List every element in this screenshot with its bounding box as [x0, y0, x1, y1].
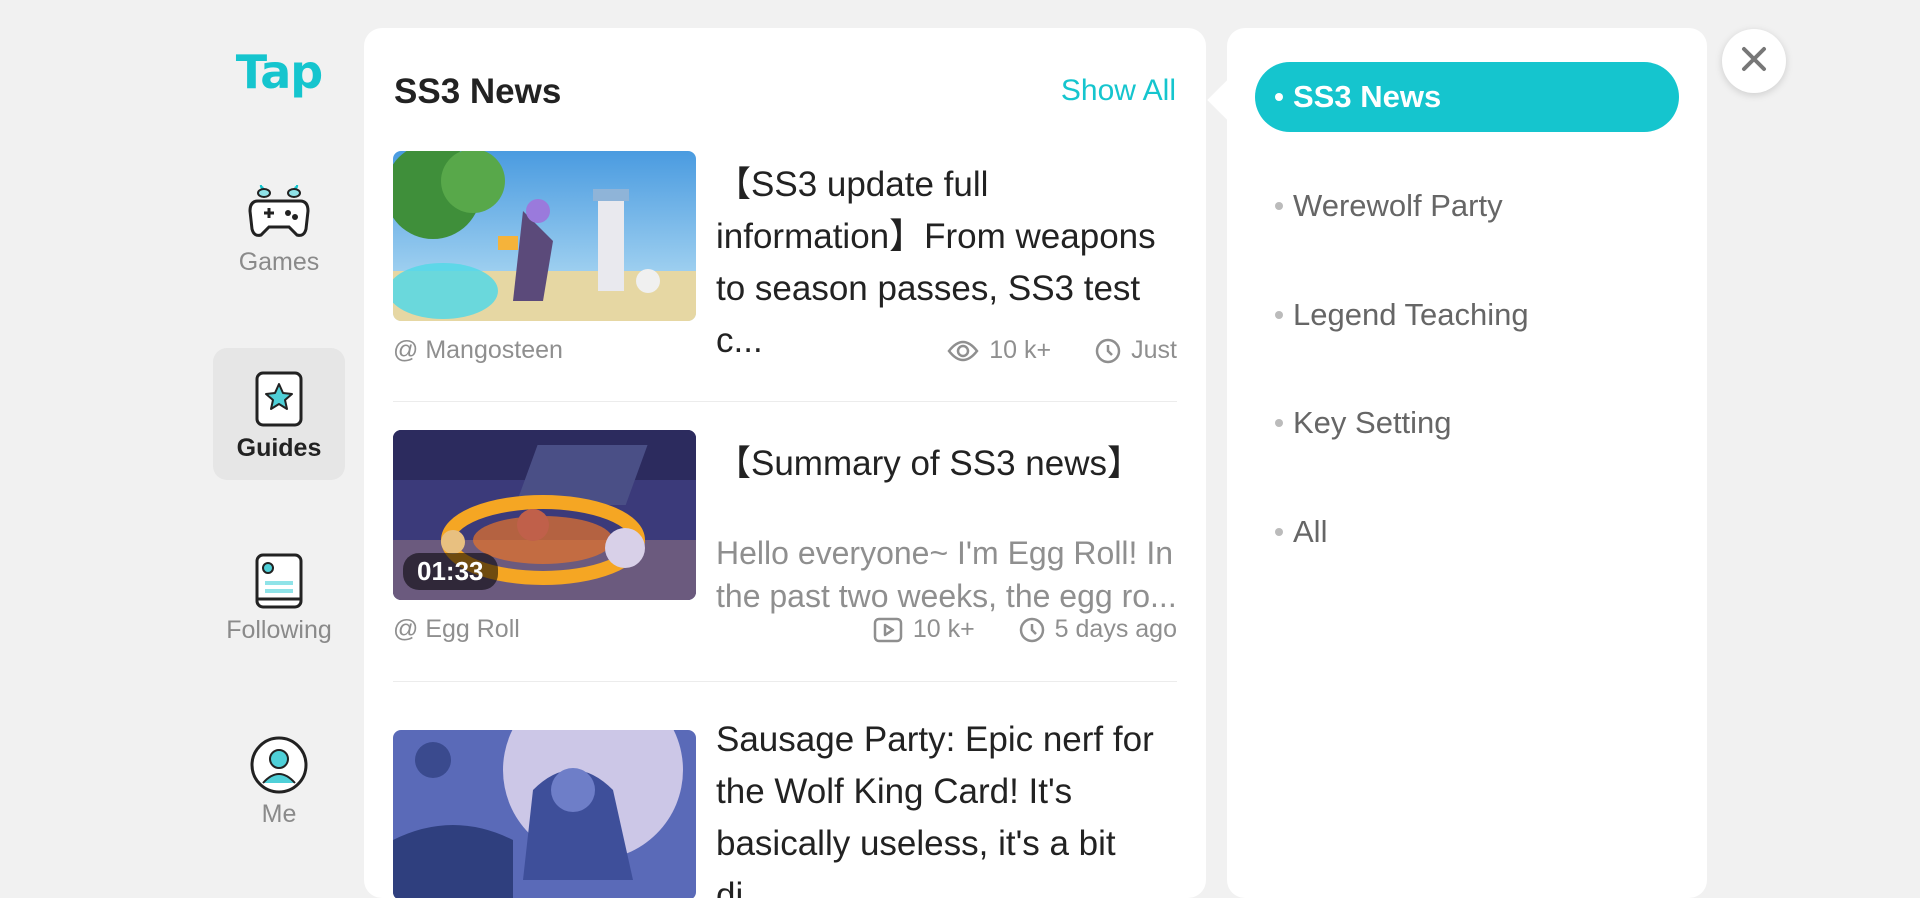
article-stats: 10 k+ 5 days ago: [873, 615, 1177, 644]
bullet-dot: [1275, 419, 1283, 427]
clock-icon: [1019, 617, 1045, 643]
bullet-dot: [1275, 202, 1283, 210]
category-label: Legend Teaching: [1293, 297, 1529, 332]
article-time: Just: [1131, 336, 1177, 364]
category-item-all[interactable]: All: [1255, 497, 1679, 567]
article-divider: [393, 401, 1177, 402]
bullet-dot: [1275, 311, 1283, 319]
article-stats: 10 k+ Just: [947, 336, 1177, 365]
article-description: Hello everyone~ I'm Egg Roll! In the pas…: [716, 535, 1177, 614]
nav-item-guides[interactable]: Guides: [213, 348, 345, 480]
user-icon: [246, 732, 312, 798]
article-title: Sausage Party: Epic nerf for the Wolf Ki…: [716, 720, 1154, 898]
article-card[interactable]: Sausage Party: Epic nerf for the Wolf Ki…: [393, 720, 1177, 898]
article-thumbnail: [393, 151, 696, 321]
news-header: SS3 News Show All: [394, 72, 1176, 122]
article-divider: [393, 681, 1177, 682]
eye-icon: [947, 339, 979, 363]
category-item-key-setting[interactable]: Key Setting: [1255, 388, 1679, 458]
bullet-dot: [1275, 528, 1283, 536]
category-label: Werewolf Party: [1293, 188, 1503, 223]
video-play-icon: [873, 617, 903, 643]
nav-item-following[interactable]: Following: [213, 548, 345, 654]
article-meta: @ Mangosteen 10 k+ Just: [393, 336, 1177, 370]
nav-item-games[interactable]: Games: [213, 180, 345, 286]
category-panel: SS3 News Werewolf Party Legend Teaching …: [1227, 28, 1707, 898]
category-label: All: [1293, 514, 1328, 549]
category-label: SS3 News: [1293, 79, 1442, 114]
article-views: 10 k+: [989, 336, 1052, 364]
guide-card-icon: [246, 366, 312, 432]
show-all-link[interactable]: Show All: [1061, 74, 1176, 108]
article-thumbnail: [393, 730, 696, 898]
category-item-legend-teaching[interactable]: Legend Teaching: [1255, 280, 1679, 350]
category-item-ss3-news[interactable]: SS3 News: [1255, 62, 1679, 132]
gamepad-icon: [246, 180, 312, 246]
article-title: 【Summary of SS3 news】: [716, 444, 1142, 483]
category-label: Key Setting: [1293, 405, 1452, 440]
video-duration: 01:33: [403, 553, 498, 590]
feed-icon: [246, 548, 312, 614]
nav-item-me[interactable]: Me: [213, 732, 345, 838]
nav-label-me: Me: [261, 800, 297, 828]
nav-label-games: Games: [238, 248, 320, 276]
article-meta: @ Egg Roll 10 k+ 5 days ago: [393, 615, 1177, 649]
article-plays: 10 k+: [912, 615, 975, 643]
close-button[interactable]: [1722, 29, 1786, 93]
article-card[interactable]: 【SS3 update full information】From weapon…: [393, 151, 1177, 391]
category-item-werewolf-party[interactable]: Werewolf Party: [1255, 171, 1679, 241]
nav-label-following: Following: [226, 616, 332, 644]
news-panel: SS3 News Show All 【SS3 update full infor…: [364, 28, 1206, 898]
logo-text: Tap: [235, 45, 323, 99]
bullet-dot: [1275, 93, 1283, 101]
app-logo: Tap: [235, 42, 323, 102]
article-author: @ Egg Roll: [393, 615, 520, 643]
clock-icon: [1095, 338, 1121, 364]
news-title: SS3 News: [394, 72, 562, 111]
article-author: @ Mangosteen: [393, 336, 563, 364]
article-thumbnail: 01:33: [393, 430, 696, 600]
close-icon: [1741, 46, 1767, 77]
nav-label-guides: Guides: [236, 433, 322, 462]
article-time: 5 days ago: [1054, 615, 1177, 643]
article-card[interactable]: 01:33 【Summary of SS3 news】 Hello everyo…: [393, 430, 1177, 670]
